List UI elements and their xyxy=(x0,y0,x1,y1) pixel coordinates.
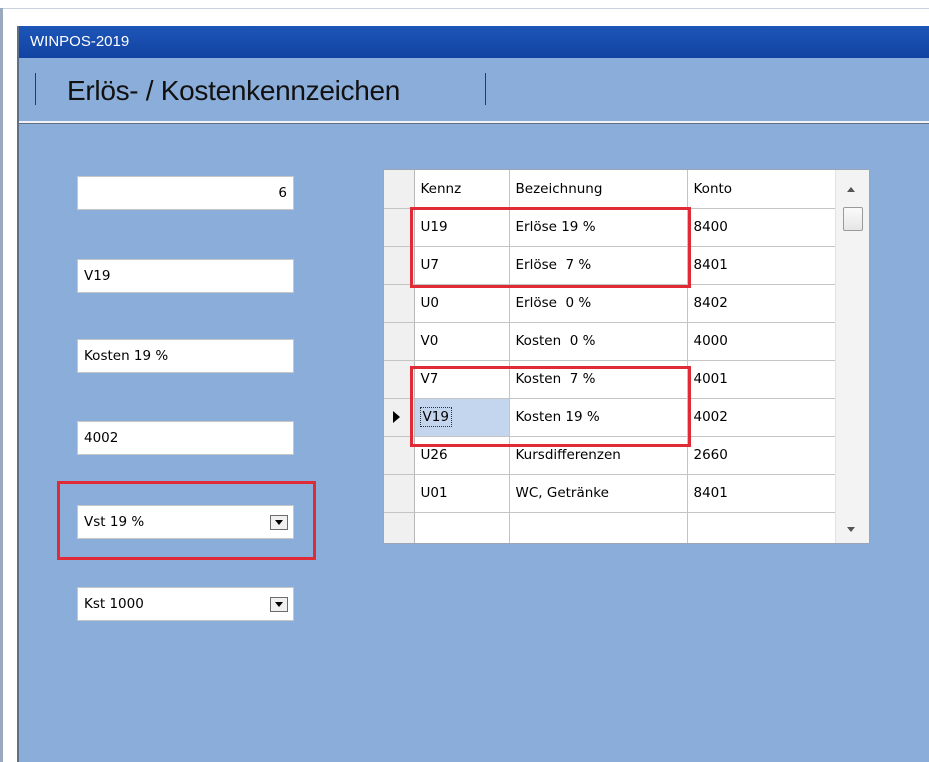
table-row[interactable]: V7 Kosten 7 % 4001 xyxy=(384,360,836,399)
code-field[interactable]: V19 xyxy=(77,259,294,293)
cell-kennz[interactable]: U0 xyxy=(414,284,510,323)
vertical-scrollbar[interactable] xyxy=(835,170,869,543)
cell-kennz[interactable]: U01 xyxy=(414,474,510,513)
cell-bezeichnung[interactable]: Kosten 0 % xyxy=(509,322,688,361)
page-title: Erlös- / Kostenkennzeichen xyxy=(67,75,401,106)
cell-empty[interactable] xyxy=(509,512,688,543)
scroll-up-icon[interactable] xyxy=(847,187,855,192)
row-indicator[interactable] xyxy=(384,246,415,285)
cell-konto[interactable]: 8402 xyxy=(687,284,836,323)
cell-empty[interactable] xyxy=(414,512,510,543)
cell-kennz[interactable]: V0 xyxy=(414,322,510,361)
row-indicator[interactable] xyxy=(384,360,415,399)
row-indicator[interactable] xyxy=(384,208,415,247)
column-header-kennz[interactable]: Kennz xyxy=(414,170,510,209)
tax-select[interactable]: Vst 19 % xyxy=(77,505,294,539)
tax-select-value: Vst 19 % xyxy=(84,514,145,530)
header-divider-right xyxy=(485,73,486,105)
description-field[interactable]: Kosten 19 % xyxy=(77,339,294,373)
header-indicator-cell xyxy=(384,170,415,209)
row-indicator[interactable] xyxy=(384,322,415,361)
cell-kennz[interactable]: U26 xyxy=(414,436,510,475)
cell-konto[interactable]: 4001 xyxy=(687,360,836,399)
dropdown-arrow-icon[interactable] xyxy=(270,597,288,612)
cell-kennz[interactable]: V7 xyxy=(414,360,510,399)
table-row-partial[interactable] xyxy=(384,512,836,543)
cost-center-select[interactable]: Kst 1000 xyxy=(77,587,294,621)
header-separator xyxy=(19,121,929,124)
cost-center-select-value: Kst 1000 xyxy=(84,596,144,612)
table-row[interactable]: V0 Kosten 0 % 4000 xyxy=(384,322,836,361)
number-field[interactable]: 6 xyxy=(77,176,294,210)
table-row[interactable]: U01 WC, Getränke 8401 xyxy=(384,474,836,513)
cell-konto[interactable]: 4002 xyxy=(687,398,836,437)
scroll-down-icon[interactable] xyxy=(847,527,855,532)
row-indicator[interactable] xyxy=(384,398,415,437)
left-border xyxy=(0,8,3,762)
account-field[interactable]: 4002 xyxy=(77,421,294,455)
cell-konto[interactable]: 8401 xyxy=(687,474,836,513)
scroll-thumb[interactable] xyxy=(843,207,863,231)
window-title: WINPOS-2019 xyxy=(30,33,130,50)
dropdown-arrow-icon[interactable] xyxy=(270,515,288,530)
top-border xyxy=(0,8,929,9)
row-indicator[interactable] xyxy=(384,512,415,543)
cell-bezeichnung[interactable]: Kosten 7 % xyxy=(509,360,688,399)
table-row[interactable]: U19 Erlöse 19 % 8400 xyxy=(384,208,836,247)
cell-konto[interactable]: 8400 xyxy=(687,208,836,247)
column-header-konto[interactable]: Konto xyxy=(687,170,836,209)
cell-konto[interactable]: 4000 xyxy=(687,322,836,361)
row-pointer-icon xyxy=(393,410,400,423)
cell-kennz[interactable]: V19 xyxy=(414,398,510,437)
cell-kennz-text: V19 xyxy=(419,407,452,427)
cell-kennz[interactable]: U7 xyxy=(414,246,510,285)
row-indicator[interactable] xyxy=(384,436,415,475)
row-indicator[interactable] xyxy=(384,474,415,513)
title-bar[interactable]: WINPOS-2019 xyxy=(19,26,929,58)
grid-header-row: Kennz Bezeichnung Konto xyxy=(384,170,836,209)
row-indicator[interactable] xyxy=(384,284,415,323)
column-header-bezeichnung[interactable]: Bezeichnung xyxy=(509,170,688,209)
data-grid[interactable]: Kennz Bezeichnung Konto U19 Erlöse 19 % … xyxy=(383,169,870,544)
table-row[interactable]: U0 Erlöse 0 % 8402 xyxy=(384,284,836,323)
cell-empty[interactable] xyxy=(687,512,836,543)
cell-konto[interactable]: 2660 xyxy=(687,436,836,475)
cell-bezeichnung[interactable]: Kursdifferenzen xyxy=(509,436,688,475)
table-row[interactable]: U26 Kursdifferenzen 2660 xyxy=(384,436,836,475)
table-row[interactable]: U7 Erlöse 7 % 8401 xyxy=(384,246,836,285)
header-divider-left xyxy=(35,73,36,105)
cell-konto[interactable]: 8401 xyxy=(687,246,836,285)
grid-table: Kennz Bezeichnung Konto U19 Erlöse 19 % … xyxy=(384,170,836,543)
cell-bezeichnung[interactable]: Erlöse 19 % xyxy=(509,208,688,247)
cell-bezeichnung[interactable]: Kosten 19 % xyxy=(509,398,688,437)
table-row-selected[interactable]: V19 Kosten 19 % 4002 xyxy=(384,398,836,437)
cell-kennz[interactable]: U19 xyxy=(414,208,510,247)
header-band: Erlös- / Kostenkennzeichen xyxy=(19,58,929,122)
cell-bezeichnung[interactable]: Erlöse 7 % xyxy=(509,246,688,285)
cell-bezeichnung[interactable]: WC, Getränke xyxy=(509,474,688,513)
cell-bezeichnung[interactable]: Erlöse 0 % xyxy=(509,284,688,323)
